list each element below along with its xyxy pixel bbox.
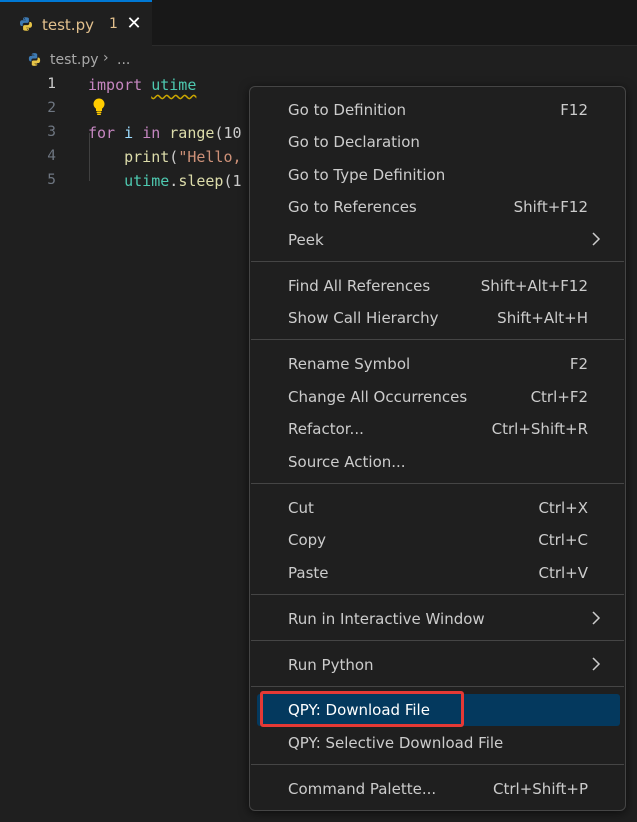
menu-item-label: Go to Definition (288, 101, 406, 119)
code-string: "Hello, (178, 148, 241, 166)
chevron-right-icon (587, 609, 605, 627)
menu-item-copy[interactable]: Copy Ctrl+C (250, 524, 625, 556)
menu-item-label: Cut (288, 499, 314, 517)
menu-item-shortcut: Shift+F12 (514, 198, 588, 216)
code-text: (1 (223, 172, 241, 190)
code-line-4: print("Hello, (88, 148, 242, 166)
menu-item-find-all-references[interactable]: Find All References Shift+Alt+F12 (250, 270, 625, 302)
menu-item-go-to-declaration[interactable]: Go to Declaration (250, 126, 625, 158)
menu-item-shortcut: Shift+Alt+F12 (481, 277, 588, 295)
line-number: 3 (30, 124, 56, 140)
menu-item-peek[interactable]: Peek (250, 224, 625, 256)
menu-item-label: Peek (288, 231, 324, 249)
menu-item-label: Go to Type Definition (288, 166, 445, 184)
code-variable: i (124, 124, 133, 142)
menu-item-label: Copy (288, 531, 326, 549)
code-keyword: in (142, 124, 160, 142)
menu-item-go-to-definition[interactable]: Go to Definition F12 (250, 94, 625, 126)
menu-item-go-to-references[interactable]: Go to References Shift+F12 (250, 191, 625, 223)
menu-separator (251, 261, 624, 262)
menu-item-source-action[interactable]: Source Action... (250, 446, 625, 478)
menu-item-show-call-hierarchy[interactable]: Show Call Hierarchy Shift+Alt+H (250, 302, 625, 334)
lightbulb-icon[interactable] (92, 98, 106, 120)
menu-item-shortcut: Shift+Alt+H (497, 309, 588, 327)
line-number: 5 (30, 172, 56, 188)
line-number: 2 (30, 100, 56, 116)
menu-item-label: Paste (288, 564, 329, 582)
menu-item-label: Rename Symbol (288, 355, 410, 373)
breadcrumb-more[interactable]: ... (117, 52, 130, 68)
python-icon (18, 16, 34, 36)
menu-item-change-all-occurrences[interactable]: Change All Occurrences Ctrl+F2 (250, 381, 625, 413)
breadcrumb-separator: › (103, 50, 109, 66)
menu-item-shortcut: F2 (570, 355, 588, 373)
close-icon[interactable]: ✕ (125, 13, 143, 34)
code-line-3: for i in range(10 (88, 124, 242, 142)
code-module: utime (151, 76, 196, 94)
code-line-1: import utime (88, 76, 196, 94)
menu-item-label: Run Python (288, 656, 374, 674)
code-function: range (169, 124, 214, 142)
menu-item-label: QPY: Selective Download File (288, 734, 503, 752)
menu-item-shortcut: Ctrl+C (538, 531, 588, 549)
code-module: utime (124, 172, 169, 190)
code-text: . (169, 172, 178, 190)
menu-item-label: QPY: Download File (288, 701, 430, 719)
tab-filename: test.py (42, 16, 94, 34)
menu-item-command-palette[interactable]: Command Palette... Ctrl+Shift+P (250, 773, 625, 805)
menu-item-label: Show Call Hierarchy (288, 309, 439, 327)
menu-item-shortcut: Ctrl+Shift+P (493, 780, 588, 798)
breadcrumb: test.py › ... (0, 48, 637, 74)
line-number: 4 (30, 148, 56, 164)
menu-item-label: Change All Occurrences (288, 388, 467, 406)
menu-item-qpy-selective-download-file[interactable]: QPY: Selective Download File (250, 727, 625, 759)
code-function: print (124, 148, 169, 166)
tab-bar: test.py 1 ✕ (0, 0, 637, 46)
chevron-right-icon (587, 655, 605, 673)
code-text: ( (169, 148, 178, 166)
code-keyword: for (88, 124, 115, 142)
menu-item-shortcut: F12 (560, 101, 588, 119)
python-icon (27, 52, 42, 71)
code-function: sleep (178, 172, 223, 190)
menu-item-label: Source Action... (288, 453, 406, 471)
breadcrumb-file[interactable]: test.py (50, 52, 99, 68)
menu-item-label: Command Palette... (288, 780, 436, 798)
menu-item-paste[interactable]: Paste Ctrl+V (250, 557, 625, 589)
menu-item-shortcut: Ctrl+F2 (531, 388, 588, 406)
menu-item-refactor[interactable]: Refactor... Ctrl+Shift+R (250, 413, 625, 445)
menu-item-rename-symbol[interactable]: Rename Symbol F2 (250, 348, 625, 380)
menu-item-label: Go to References (288, 198, 417, 216)
code-text: (10 (214, 124, 241, 142)
menu-separator (251, 339, 624, 340)
menu-item-shortcut: Ctrl+Shift+R (492, 420, 588, 438)
chevron-right-icon (587, 230, 605, 248)
code-line-5: utime.sleep(1 (88, 172, 242, 190)
tab-problem-count: 1 (109, 16, 118, 32)
context-menu: Go to Definition F12 Go to Declaration G… (249, 86, 626, 811)
code-keyword: import (88, 76, 142, 94)
menu-item-label: Run in Interactive Window (288, 610, 485, 628)
menu-separator (251, 594, 624, 595)
menu-item-label: Find All References (288, 277, 430, 295)
menu-item-go-to-type-definition[interactable]: Go to Type Definition (250, 159, 625, 191)
menu-item-qpy-download-file[interactable]: QPY: Download File (257, 694, 620, 726)
menu-separator (251, 640, 624, 641)
editor-tab-test-py[interactable]: test.py 1 ✕ (0, 0, 152, 46)
menu-item-shortcut: Ctrl+V (538, 564, 588, 582)
menu-separator (251, 483, 624, 484)
menu-item-cut[interactable]: Cut Ctrl+X (250, 492, 625, 524)
menu-item-run-python[interactable]: Run Python (250, 649, 625, 681)
line-number: 1 (30, 76, 56, 92)
menu-separator (251, 764, 624, 765)
menu-item-label: Refactor... (288, 420, 364, 438)
menu-separator (251, 686, 624, 687)
menu-item-shortcut: Ctrl+X (538, 499, 588, 517)
menu-item-run-in-interactive-window[interactable]: Run in Interactive Window (250, 603, 625, 635)
menu-item-label: Go to Declaration (288, 133, 420, 151)
